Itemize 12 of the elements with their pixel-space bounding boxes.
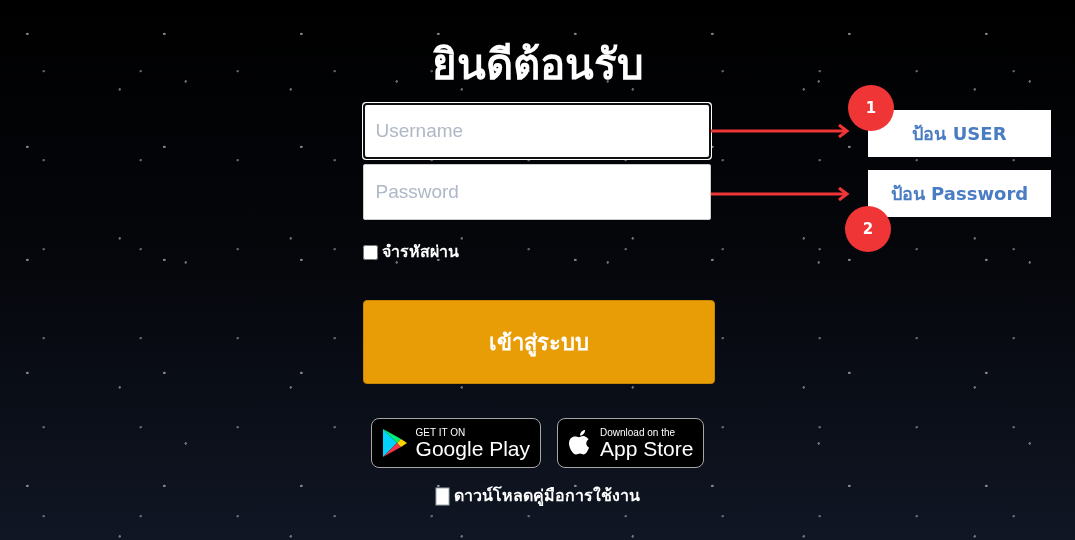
app-store-badge[interactable]: Download on the App Store — [557, 418, 705, 468]
play-icon — [381, 428, 408, 458]
google-play-badge[interactable]: GET IT ON Google Play — [370, 418, 541, 468]
password-field[interactable]: Password — [362, 164, 711, 220]
book-icon — [435, 486, 450, 506]
remember-checkbox[interactable] — [362, 244, 378, 260]
page-title: ยินดีต้อนรับ — [430, 39, 645, 91]
remember-label[interactable]: จำรหัสผ่าน — [381, 240, 459, 264]
callout-label: ป้อน Password — [868, 170, 1051, 217]
step-number: 2 — [845, 206, 891, 252]
username-field[interactable]: Username — [362, 103, 711, 159]
manual-download-link[interactable]: ดาวน์โหลดคู่มือการใช้งาน — [435, 484, 640, 508]
